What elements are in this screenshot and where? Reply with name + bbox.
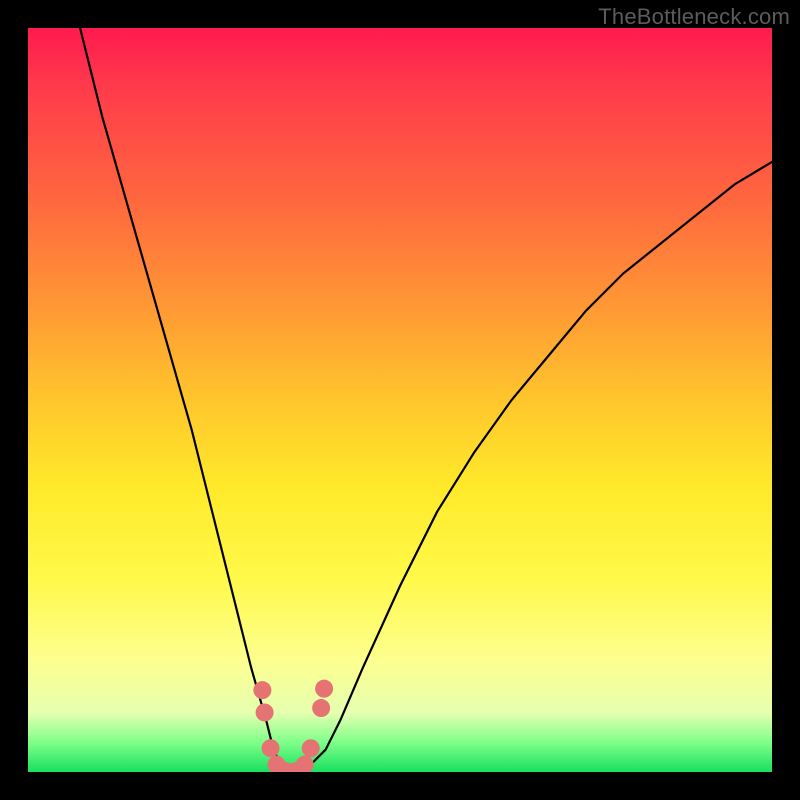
plot-area	[28, 28, 772, 772]
chart-frame: TheBottleneck.com	[0, 0, 800, 800]
bottleneck-curve	[80, 28, 772, 772]
highlight-dot	[256, 703, 274, 721]
watermark-text: TheBottleneck.com	[598, 4, 790, 30]
highlight-dot	[253, 681, 271, 699]
highlight-dot	[315, 680, 333, 698]
highlight-dot	[262, 739, 280, 757]
highlight-dot	[296, 756, 314, 772]
highlight-dots	[253, 680, 333, 772]
highlight-dot	[312, 699, 330, 717]
highlight-dot	[302, 739, 320, 757]
curve-layer	[28, 28, 772, 772]
